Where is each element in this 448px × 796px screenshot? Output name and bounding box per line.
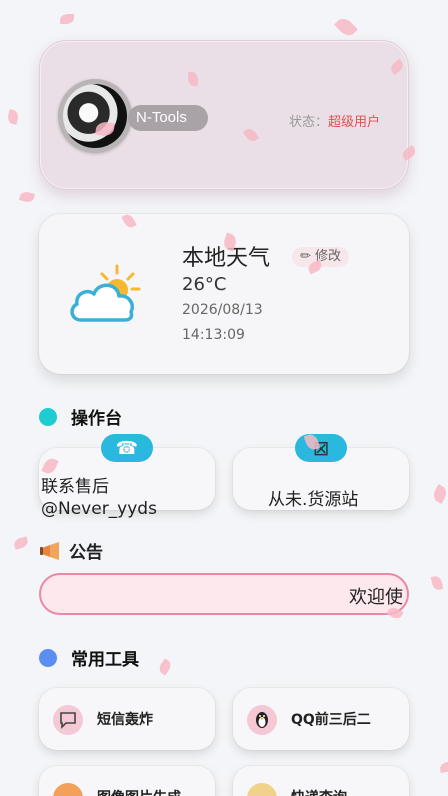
express-query-label: 快递查询 [291,787,347,796]
petal-decoration [6,109,20,125]
petal-decoration [439,761,448,773]
box-icon: ⊠ [295,434,347,462]
petal-decoration [430,575,444,591]
contact-support-label: 联系售后 @Never_yyds [41,477,157,519]
weather-date: 2026/08/13 [182,302,263,318]
contact-support-tile[interactable]: ☎ 联系售后 @Never_yyds [39,434,215,519]
weather-time: 14:13:09 [182,327,245,343]
console-dot-icon [39,407,57,426]
petal-decoration [12,536,30,550]
petal-decoration [60,14,74,24]
console-section-header: 操作台 [39,404,122,429]
petal-decoration [334,14,358,40]
notice-marquee: 欢迎使 [39,573,409,615]
profile-card: N-Tools 状态：超级用户 [39,40,409,190]
notice-section-header: 公告 [39,538,103,563]
edit-icon: ✏ [300,249,311,264]
sms-bomb-tool[interactable]: 短信轰炸 [39,688,215,750]
petal-decoration [18,190,36,204]
image-generate-label: 图像图片生成 [97,787,181,796]
console-title: 操作台 [71,409,122,429]
notice-title: 公告 [69,543,103,563]
qq-tool[interactable]: QQ前三后二 [233,688,409,750]
status-value: 超级用户 [327,115,380,130]
image-icon [53,783,83,796]
tools-title: 常用工具 [71,650,139,670]
phone-icon: ☎ [101,434,153,462]
supply-station-tile[interactable]: ⊠ 从未.货源站 [233,434,409,510]
supply-station-label: 从未.货源站 [268,490,359,510]
qq-tool-label: QQ前三后二 [291,712,371,728]
temperature: 26°C [182,274,227,295]
avatar[interactable] [58,79,132,153]
petal-decoration [430,484,448,504]
tools-section-header: 常用工具 [39,645,139,670]
package-icon [247,783,277,796]
sms-bomb-label: 短信轰炸 [97,712,153,728]
app-page: N-Tools 状态：超级用户 本地天气 ✏ 修改 26°C 2026/08/1… [0,0,448,796]
app-name-badge: N-Tools [128,105,208,131]
image-generate-tool[interactable]: 图像图片生成 [39,766,215,796]
penguin-icon [247,705,277,735]
petal-decoration [156,658,174,676]
megaphone-icon [40,541,59,560]
tools-dot-icon [39,648,57,667]
message-icon [53,705,83,735]
status-label: 状态： [288,115,328,130]
user-status: 状态：超级用户 [289,111,380,130]
express-query-tool[interactable]: 快递查询 [233,766,409,796]
notice-marquee-text: 欢迎使 [349,587,403,608]
partly-cloudy-icon [70,264,141,322]
avatar-image [63,84,127,148]
